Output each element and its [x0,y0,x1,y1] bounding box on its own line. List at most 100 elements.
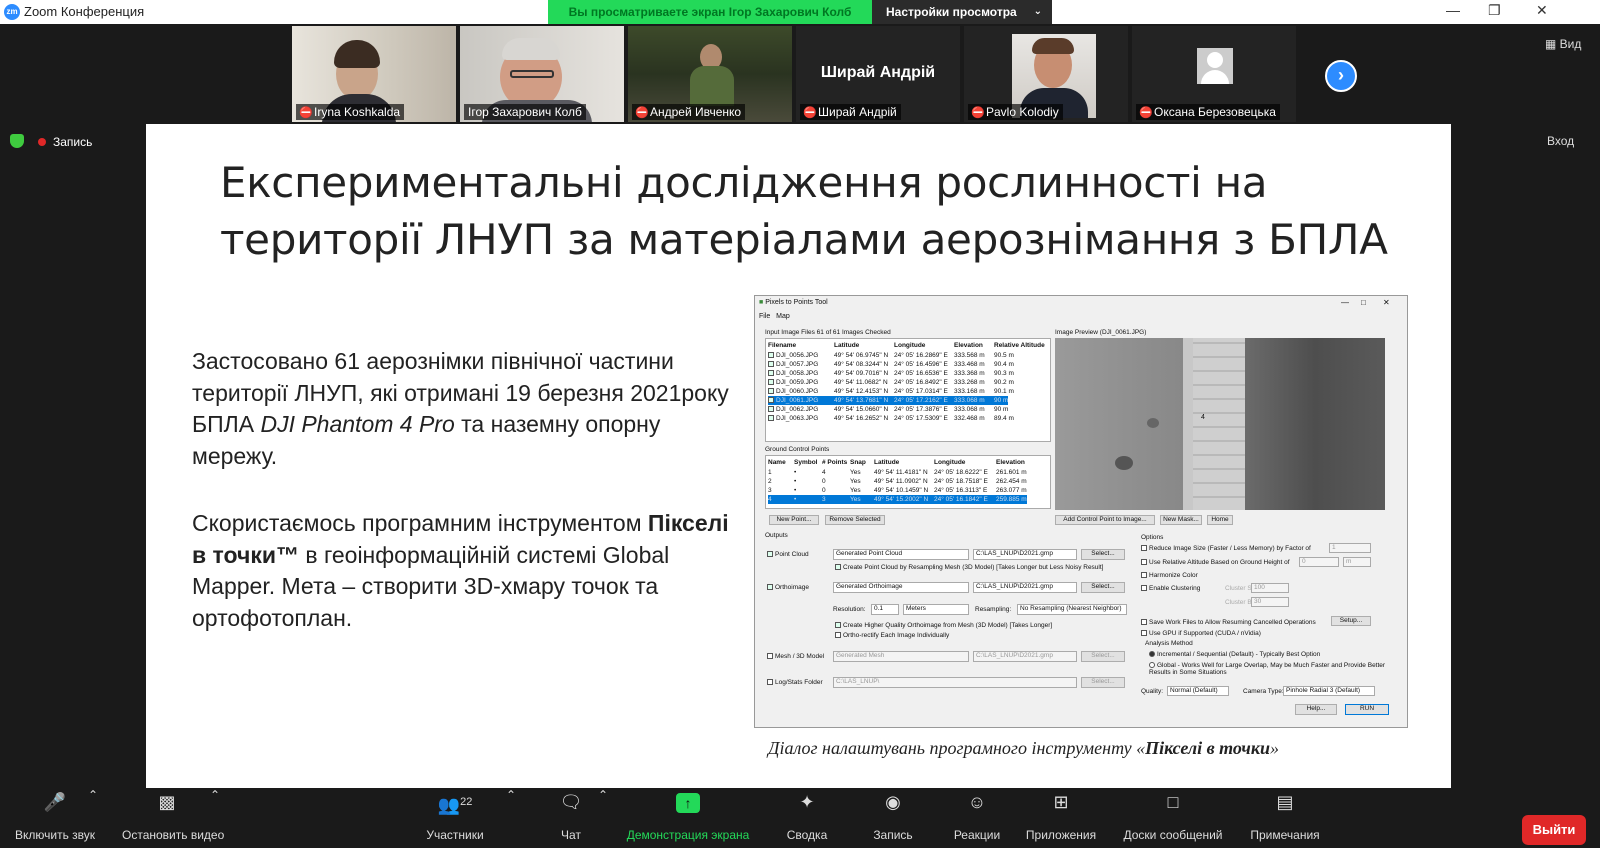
reactions-button[interactable]: ☺ Реакции [932,788,1022,842]
whiteboards-button[interactable]: □ Доски сообщений [1118,788,1228,842]
table-row: DJI_0058.JPG 49° 54' 09.7016" N 24° 05' 16… [768,369,1014,378]
remove-selected-button: Remove Selected [825,515,885,525]
participant-tile-active-speaker[interactable]: Ігор Захарович Колб [460,26,624,122]
participant-tile[interactable]: ⛔ Iryna Koshkalda [292,26,456,122]
quality-label: Quality: [1141,688,1164,695]
point-cloud-path: C:\LAS_LNUP\D2021.gmp [973,549,1077,560]
unmute-button[interactable]: 🎤 Включить звук [10,788,100,842]
notes-button[interactable]: ▤ Примечания [1240,788,1330,842]
participant-name: ⛔ Ширай Андрій [800,104,901,120]
participant-display-name: Ширай Андрій [820,64,936,81]
table-row: DJI_0061.JPG 49° 54' 13.7681" N 24° 05' 17… [768,396,1009,405]
participant-tile[interactable]: ⛔ Pavlo Kolodiy [964,26,1128,122]
audio-options-chevron-icon[interactable]: ⌃ [88,788,98,802]
outputs-label: Outputs [765,532,788,539]
video-options-chevron-icon[interactable]: ⌃ [210,788,220,802]
resampling-label: Resampling: [975,606,1012,613]
stop-video-button[interactable]: ▩ Остановить видео [122,788,224,842]
log-folder-checkbox: Log/Stats Folder [767,679,823,686]
record-icon: ◉ [885,792,901,812]
units-select: Meters [903,604,969,615]
checkbox-checked-icon [768,361,774,367]
close-icon[interactable]: ✕ [1536,2,1548,19]
participants-button[interactable]: 👥22 Участники [410,788,500,842]
reduce-factor-input: 1 [1329,543,1371,553]
mic-muted-icon: ⛔ [1139,107,1153,119]
image-preview: 4 [1055,338,1385,510]
gcp-marker: 4 [1201,414,1205,421]
resampling-select: No Resampling (Nearest Neighbor) [1017,604,1127,615]
checkbox-checked-icon [768,388,774,394]
resolution-label: Resolution: [833,606,866,613]
pixels-to-points-dialog: ■ Pixels to Points Tool — □ ✕ File Map I… [754,295,1408,728]
leave-meeting-button[interactable]: Выйти [1522,815,1586,845]
record-dot-icon [38,138,46,146]
add-control-point-button: Add Control Point to Image... [1055,515,1155,525]
gpu-checkbox: Use GPU if Supported (CUDA / nVidia) [1141,630,1261,637]
video-camera-icon: ▩ [158,792,176,812]
mesh-checkbox: Mesh / 3D Model [767,653,824,660]
dialog-minimize-icon: — [1341,298,1349,307]
log-folder-path: C:\LAS_LNUP\ [833,677,1077,688]
reduce-size-checkbox: Reduce Image Size (Faster / Less Memory)… [1141,545,1311,552]
table-row: DJI_0057.JPG 49° 54' 08.3244" N 24° 05' 16… [768,360,1014,369]
table-row: 1 • 4 Yes 49° 54' 11.4181" N 24° 05' 18.6222"… [768,469,1027,476]
participants-chevron-icon[interactable]: ⌃ [506,788,516,802]
table-header: Name Symbol # Points Snap Latitude Longitude E… [768,459,1025,466]
shared-screen-slide: Експериментальні дослідження рослинності… [146,124,1451,800]
run-button: RUN [1345,704,1389,715]
people-icon: 👥 [437,795,461,815]
table-row: 2 • 0 Yes 49° 54' 11.0902" N 24° 05' 18.7518"… [768,478,1027,485]
dialog-maximize-icon: □ [1361,298,1366,307]
mesh-select-button: Select... [1081,651,1125,662]
home-button: Home [1207,515,1233,525]
gcp-header: Ground Control Points [765,446,830,453]
participant-tile[interactable]: Ширай Андрій ⛔ Ширай Андрій [796,26,960,122]
record-button[interactable]: ◉ Запись [848,788,938,842]
restore-icon[interactable]: ❐ [1488,2,1501,19]
participant-tile[interactable]: ⛔ Андрей Ивченко [628,26,792,122]
participant-tile[interactable]: ⛔ Оксана Березовецька [1132,26,1296,122]
table-row: DJI_0062.JPG 49° 54' 15.0660" N 24° 05' 17… [768,405,1008,414]
mesh-name: Generated Mesh [833,651,969,662]
table-row: DJI_0063.JPG 49° 54' 16.2652" N 24° 05' 17… [768,414,1014,423]
hq-ortho-checkbox: Create Higher Quality Orthoimage from Me… [835,622,1052,629]
orthoimage-checkbox: Orthoimage [767,584,809,591]
summary-button[interactable]: ✦ Сводка [762,788,852,842]
notes-icon: ▤ [1276,792,1294,812]
mesh-path: C:\LAS_LNUP\D2021.gmp [973,651,1077,662]
view-settings-button[interactable]: Настройки просмотра ⌄ [872,0,1052,24]
relative-altitude-checkbox: Use Relative Altitude Based on Ground He… [1141,559,1290,566]
options-label: Options [1141,534,1164,541]
checkbox-checked-icon [768,415,774,421]
minimize-icon[interactable]: — [1446,2,1460,18]
cluster-bound-input: 30 [1251,597,1289,607]
camera-type-select: Pinhole Radial 3 (Default) [1283,686,1375,696]
view-button[interactable]: ▦ Вид [1545,37,1581,51]
image-files-table: Filename Latitude Longitude Elevation Relati… [765,338,1051,442]
chat-chevron-icon[interactable]: ⌃ [598,788,608,802]
help-button: Help... [1295,704,1337,715]
point-cloud-checkbox: Point Cloud [767,551,809,558]
orthoimage-path: C:\LAS_LNUP\D2021.gmp [973,582,1077,593]
dialog-menu: File Map [759,313,790,320]
resample-mesh-checkbox: Create Point Cloud by Resampling Mesh (3… [835,564,1103,571]
apps-button[interactable]: ⊞ Приложения [1016,788,1106,842]
point-cloud-name: Generated Point Cloud [833,549,969,560]
slide-paragraph: Скористаємось програмним інструментом Пі… [192,510,729,631]
checkbox-checked-icon [768,352,774,358]
share-screen-button[interactable]: ↑ Демонстрация экрана [624,788,752,842]
shield-icon [10,134,24,148]
input-files-header: Input Image Files 61 of 61 Images Checke… [765,329,891,336]
recording-indicator[interactable]: Запись [10,134,92,149]
participant-name: ⛔ Оксана Березовецька [1136,104,1280,120]
enter-button[interactable]: Вход [1547,134,1574,148]
checkbox-checked-icon [768,406,774,412]
participant-gallery: ⛔ Iryna Koshkalda Ігор Захарович Колб ⛔ Ан… [0,24,1600,122]
view-button-label: Вид [1559,37,1582,51]
table-row: DJI_0060.JPG 49° 54' 12.4153" N 24° 05' 17… [768,387,1014,396]
whiteboard-icon: □ [1167,792,1179,812]
gallery-next-button[interactable]: › [1325,60,1357,92]
table-row: DJI_0056.JPG 49° 54' 06.9745" N 24° 05' 16… [768,351,1014,360]
recording-label: Запись [53,135,93,149]
